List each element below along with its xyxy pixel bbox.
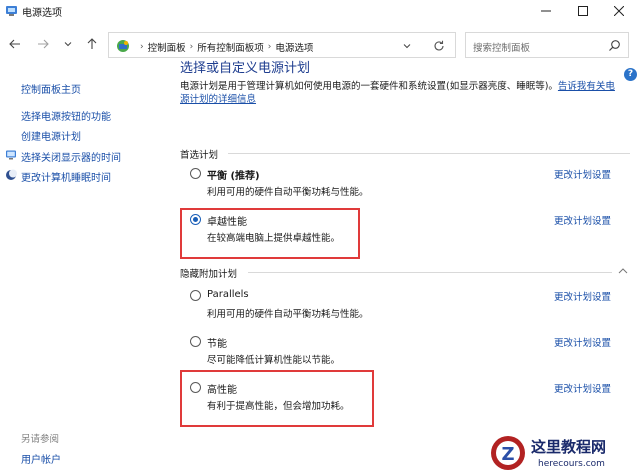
watermark-brand: 这里教程网 — [531, 438, 606, 456]
plan-name: 节能 — [207, 339, 227, 350]
page-description: 电源计划是用于管理计算机如何使用电源的一套硬件和系统设置(如显示器亮度、睡眠等)… — [180, 80, 630, 106]
search-box[interactable]: 搜索控制面板 — [465, 32, 629, 58]
up-button[interactable] — [84, 36, 100, 52]
power-options-icon — [6, 6, 17, 16]
collapse-chevron-up-icon[interactable] — [617, 266, 629, 276]
title-bar: 电源选项 — [0, 0, 637, 22]
navigation-bar: › 控制面板 › 所有控制面板项 › 电源选项 搜索控制面板 — [0, 28, 637, 60]
sidebar-item-display-off[interactable]: 选择关闭显示器的时间 — [21, 149, 121, 164]
breadcrumb-control-panel[interactable]: 控制面板 — [148, 40, 186, 54]
maximize-button[interactable] — [565, 0, 601, 22]
sidebar-item-create-plan[interactable]: 创建电源计划 — [21, 128, 81, 143]
see-also-heading: 另请参阅 — [21, 434, 60, 445]
plan-power-saver: 节能 尽可能降低计算机性能以节能。 更改计划设置 — [190, 335, 611, 367]
plan-description: 利用可用的硬件自动平衡功耗与性能。 — [207, 309, 369, 320]
learn-more-link-cont[interactable]: 源计划的详细信息 — [180, 94, 256, 105]
plan-description: 利用可用的硬件自动平衡功耗与性能。 — [207, 187, 369, 198]
sidebar-control-panel-home[interactable]: 控制面板主页 — [21, 81, 81, 96]
breadcrumb: › 控制面板 › 所有控制面板项 › 电源选项 — [136, 40, 313, 54]
sidebar-item-sleep[interactable]: 更改计算机睡眠时间 — [21, 169, 111, 184]
window-title: 电源选项 — [22, 8, 62, 19]
plan-radio-balanced[interactable] — [190, 168, 201, 179]
maximize-icon — [578, 6, 588, 16]
divider — [248, 272, 612, 273]
chevron-down-icon — [64, 42, 72, 47]
description-text: 电源计划是用于管理计算机如何使用电源的一套硬件和系统设置(如显示器亮度、睡眠等)… — [180, 81, 558, 92]
address-dropdown-icon[interactable] — [401, 40, 413, 52]
plan-name: Parallels — [207, 289, 249, 300]
arrow-up-icon — [87, 38, 97, 49]
highlight-box — [180, 208, 360, 259]
plan-name: 平衡 (推荐) — [207, 167, 260, 182]
see-also-user-accounts[interactable]: 用户帐户 — [21, 451, 61, 466]
change-plan-settings-link[interactable]: 更改计划设置 — [554, 289, 611, 303]
watermark-domain: herecours.com — [538, 459, 605, 469]
plan-parallels: Parallels 利用可用的硬件自动平衡功耗与性能。 更改计划设置 — [190, 289, 611, 321]
minimize-icon — [541, 10, 551, 12]
change-plan-settings-link[interactable]: 更改计划设置 — [554, 381, 611, 395]
plan-radio-power-saver[interactable] — [190, 336, 201, 347]
back-button[interactable] — [7, 36, 23, 52]
address-bar[interactable]: › 控制面板 › 所有控制面板项 › 电源选项 — [108, 32, 456, 58]
watermark-logo: Z 这里教程网 herecours.com — [491, 436, 606, 470]
change-plan-settings-link[interactable]: 更改计划设置 — [554, 335, 611, 349]
watermark-letter: Z — [501, 444, 514, 465]
plan-radio-parallels[interactable] — [190, 290, 201, 301]
sidebar-item-power-button[interactable]: 选择电源按钮的功能 — [21, 108, 111, 123]
plan-description: 尽可能降低计算机性能以节能。 — [207, 355, 341, 366]
recent-locations-button[interactable] — [60, 36, 76, 52]
breadcrumb-separator: › — [267, 42, 272, 52]
close-icon — [614, 6, 624, 16]
search-icon — [609, 40, 620, 51]
change-plan-settings-link[interactable]: 更改计划设置 — [554, 213, 611, 227]
hidden-plans-heading[interactable]: 隐藏附加计划 — [180, 266, 237, 280]
preferred-plans-heading: 首选计划 — [180, 150, 219, 161]
close-button[interactable] — [601, 0, 637, 22]
highlight-box — [180, 370, 374, 427]
page-title: 选择或自定义电源计划 — [180, 61, 311, 76]
refresh-icon[interactable] — [432, 39, 446, 53]
arrow-right-icon — [38, 39, 49, 49]
breadcrumb-separator: › — [140, 42, 144, 52]
search-placeholder: 搜索控制面板 — [473, 43, 531, 54]
change-plan-settings-link[interactable]: 更改计划设置 — [554, 167, 611, 181]
breadcrumb-all-items[interactable]: 所有控制面板项 — [197, 40, 264, 54]
breadcrumb-power-options[interactable]: 电源选项 — [275, 40, 313, 54]
divider — [228, 153, 630, 154]
arrow-left-icon — [9, 39, 20, 49]
monitor-icon — [6, 150, 16, 160]
control-panel-icon — [117, 40, 129, 52]
learn-more-link[interactable]: 告诉我有关电 — [558, 81, 615, 92]
minimize-button[interactable] — [528, 0, 564, 22]
moon-icon — [6, 169, 17, 180]
plan-balanced: 平衡 (推荐) 利用可用的硬件自动平衡功耗与性能。 更改计划设置 — [190, 167, 611, 199]
forward-button[interactable] — [35, 36, 51, 52]
plan-name-text: 平衡 (推荐) — [207, 171, 260, 182]
breadcrumb-separator: › — [189, 42, 194, 52]
